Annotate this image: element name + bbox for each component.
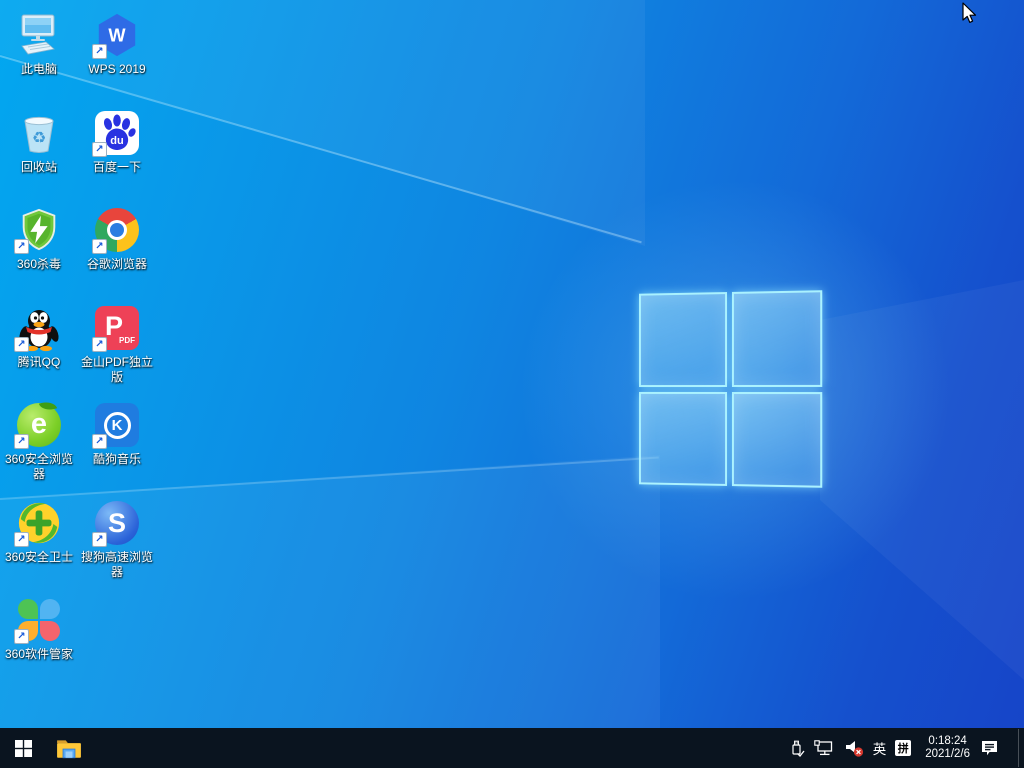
desktop-icon-label: 此电脑: [0, 62, 78, 77]
desktop-icon-label: 金山PDF独立版: [78, 355, 156, 385]
petal-shape: [40, 599, 60, 619]
desktop-icon-kugou-music[interactable]: K ↗ 酷狗音乐: [78, 400, 156, 467]
360-browser-icon: e ↗: [15, 400, 63, 450]
desktop-icon-360-antivirus[interactable]: ↗ 360杀毒: [0, 205, 78, 272]
shortcut-arrow-icon: ↗: [92, 337, 107, 352]
desktop-icon-label: 百度一下: [78, 160, 156, 175]
ime-mode-icon[interactable]: 拼: [895, 740, 911, 756]
desktop-icon-360-software-manager[interactable]: ↗ 360软件管家: [0, 595, 78, 662]
network-icon[interactable]: [814, 740, 835, 757]
file-explorer-icon: [56, 737, 82, 759]
desktop-icon-label: 谷歌浏览器: [78, 257, 156, 272]
desktop-icon-label: WPS 2019: [78, 62, 156, 77]
desktop-icon-label: 360安全卫士: [0, 550, 78, 565]
svg-text:♻: ♻: [32, 130, 46, 147]
windows-start-icon: [15, 740, 32, 757]
desktop-icon-tencent-qq[interactable]: ↗ 腾讯QQ: [0, 303, 78, 370]
360-software-manager-icon: ↗: [15, 595, 63, 645]
system-tray: 英 拼 0:18:24 2021/2/6: [788, 728, 1024, 768]
desktop-icon-label: 腾讯QQ: [0, 355, 78, 370]
windows-logo-pane: [639, 391, 727, 485]
desktop-icon-recycle-bin[interactable]: ♻ 回收站: [0, 108, 78, 175]
this-pc-icon: [15, 10, 63, 60]
desktop-icon-kingsoft-pdf[interactable]: P PDF ↗ 金山PDF独立版: [78, 303, 156, 385]
desktop: 此电脑 ♻ 回收站 ↗ 360杀毒: [0, 0, 1024, 768]
chrome-icon: ↗: [93, 205, 141, 255]
shortcut-arrow-icon: ↗: [14, 239, 29, 254]
desktop-icon-label: 回收站: [0, 160, 78, 175]
desktop-icon-360-safeguard[interactable]: ↗ 360安全卫士: [0, 498, 78, 565]
input-language-indicator[interactable]: 英: [873, 738, 887, 758]
action-center-icon[interactable]: [980, 739, 999, 757]
sogou-browser-icon: S ↗: [93, 498, 141, 548]
recycle-bin-icon: ♻: [15, 108, 63, 158]
qq-icon: ↗: [15, 303, 63, 353]
taskbar-clock[interactable]: 0:18:24 2021/2/6: [925, 735, 970, 762]
taskbar-file-explorer-button[interactable]: [46, 728, 92, 768]
desktop-icon-label: 360软件管家: [0, 647, 78, 662]
shortcut-arrow-icon: ↗: [14, 434, 29, 449]
desktop-icon-label: 搜狗高速浏览器: [78, 550, 156, 580]
svg-text:du: du: [110, 135, 123, 147]
baidu-icon: du ↗: [93, 108, 141, 158]
start-button[interactable]: [0, 728, 46, 768]
desktop-icon-this-pc[interactable]: 此电脑: [0, 10, 78, 77]
shortcut-arrow-icon: ↗: [92, 44, 107, 59]
svg-text:W: W: [108, 26, 126, 46]
windows-logo-pane: [731, 392, 822, 488]
shortcut-arrow-icon: ↗: [14, 532, 29, 547]
mouse-cursor: [958, 0, 980, 26]
shortcut-arrow-icon: ↗: [92, 434, 107, 449]
desktop-icon-label: 360安全浏览器: [0, 452, 78, 482]
desktop-icon-wps-2019[interactable]: W ↗ WPS 2019: [78, 10, 156, 77]
360-antivirus-icon: ↗: [15, 205, 63, 255]
windows-logo-wallpaper: [639, 290, 822, 488]
show-desktop-button[interactable]: [1019, 728, 1024, 768]
desktop-icon-baidu[interactable]: du ↗ 百度一下: [78, 108, 156, 175]
shortcut-arrow-icon: ↗: [92, 532, 107, 547]
shortcut-arrow-icon: ↗: [14, 337, 29, 352]
petal-shape: [40, 621, 60, 641]
taskbar: 英 拼 0:18:24 2021/2/6: [0, 728, 1024, 768]
windows-logo-pane: [639, 292, 727, 386]
safely-remove-hardware-icon[interactable]: [788, 739, 805, 758]
kingsoft-pdf-icon: P PDF ↗: [93, 303, 141, 353]
windows-logo-pane: [731, 290, 822, 386]
clock-date: 2021/2/6: [925, 748, 970, 762]
kugou-music-icon: K ↗: [93, 400, 141, 450]
desktop-icon-360-browser[interactable]: e ↗ 360安全浏览器: [0, 400, 78, 482]
clock-time: 0:18:24: [925, 735, 970, 749]
shortcut-arrow-icon: ↗: [14, 629, 29, 644]
360-safeguard-icon: ↗: [15, 498, 63, 548]
desktop-icon-label: 酷狗音乐: [78, 452, 156, 467]
desktop-icon-chrome[interactable]: ↗ 谷歌浏览器: [78, 205, 156, 272]
shortcut-arrow-icon: ↗: [92, 142, 107, 157]
desktop-icon-label: 360杀毒: [0, 257, 78, 272]
desktop-icon-sogou-browser[interactable]: S ↗ 搜狗高速浏览器: [78, 498, 156, 580]
shortcut-arrow-icon: ↗: [92, 239, 107, 254]
volume-muted-icon[interactable]: [844, 739, 864, 757]
petal-shape: [18, 599, 38, 619]
wps-icon: W ↗: [93, 10, 141, 60]
